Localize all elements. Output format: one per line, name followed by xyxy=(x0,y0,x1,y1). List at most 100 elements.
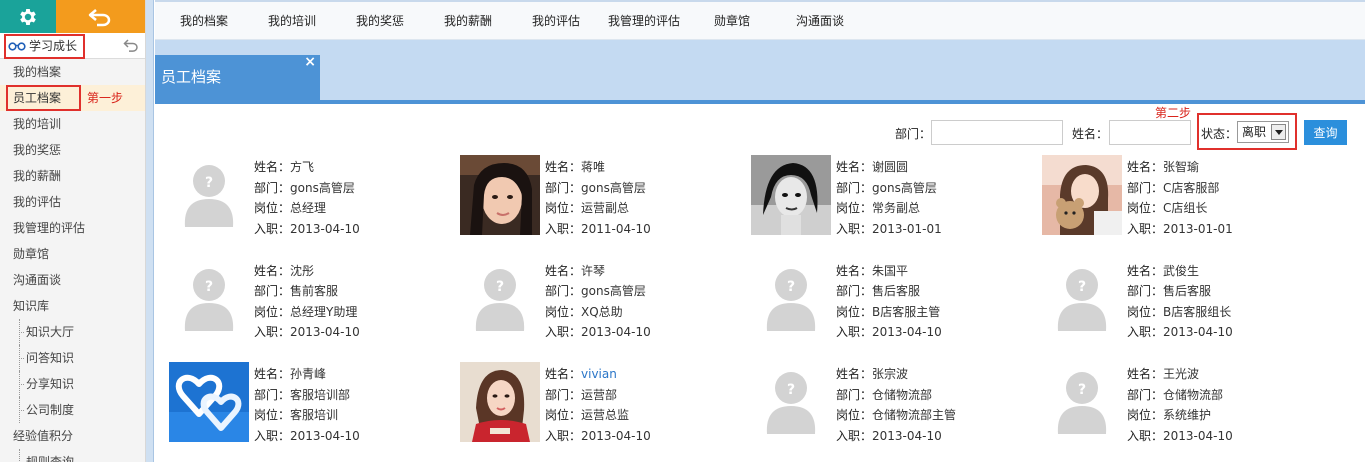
sidebar-item[interactable]: 我的薪酬 xyxy=(0,163,145,189)
default-avatar-icon[interactable]: ? xyxy=(751,362,831,442)
sidebar-item[interactable]: 公司制度 xyxy=(0,397,145,423)
employee-card[interactable]: ? 姓名：张宗波 部门：仓储物流部 岗位：仓储物流部主管 入职：2013-04-10 xyxy=(751,362,1042,443)
sidebar-item[interactable]: 分享知识 xyxy=(0,371,145,397)
employee-join-value: 2013-04-10 xyxy=(581,428,651,443)
default-avatar-icon[interactable]: ? xyxy=(1042,362,1122,442)
sidebar-item[interactable]: 我的奖惩 xyxy=(0,137,145,163)
employee-post-label: 岗位： xyxy=(545,304,582,319)
sidebar-item[interactable]: 我管理的评估 xyxy=(0,215,145,241)
svg-text:?: ? xyxy=(496,279,504,295)
employee-card[interactable]: ? 姓名：王光波 部门：仓储物流部 岗位：系统维护 入职：2013-04-10 xyxy=(1042,362,1333,443)
sidebar-item[interactable]: 知识大厅 xyxy=(0,319,145,345)
name-input[interactable] xyxy=(1109,120,1191,145)
sidebar-item[interactable]: 我的评估 xyxy=(0,189,145,215)
employee-join-value: 2013-04-10 xyxy=(1163,325,1233,339)
query-button[interactable]: 查询 xyxy=(1304,120,1347,145)
sidebar-item-label: 问答知识 xyxy=(26,351,75,365)
employee-name-line: 姓名：孙青峰 xyxy=(254,364,360,385)
default-avatar-icon[interactable]: ? xyxy=(1042,258,1122,339)
chevron-down-icon[interactable] xyxy=(1271,124,1286,140)
employee-dept-label: 部门： xyxy=(1127,387,1164,402)
svg-text:?: ? xyxy=(1078,382,1086,398)
topnav-link[interactable]: 我的评估 xyxy=(512,12,600,29)
employee-name-value[interactable]: 朱国平 xyxy=(872,264,908,278)
employee-post-label: 岗位： xyxy=(836,201,873,215)
employee-post-label: 岗位： xyxy=(1127,304,1164,319)
step1-note: 第一步 xyxy=(87,91,124,105)
default-avatar-icon[interactable]: ? xyxy=(751,258,831,339)
topnav-link[interactable]: 我的奖惩 xyxy=(336,12,424,29)
sidebar-item[interactable]: 规则查询 xyxy=(0,449,145,462)
employee-card[interactable]: 姓名：谢圆圆 部门：gons高管层 岗位：常务副总 入职：2013-01-01 xyxy=(751,155,1042,236)
employee-name-value[interactable]: 方飞 xyxy=(290,160,314,174)
sidebar-item[interactable]: 勋章馆 xyxy=(0,241,145,267)
employee-name-value[interactable]: 张智瑜 xyxy=(1163,160,1199,174)
employee-dept-line: 部门：C店客服部 xyxy=(1127,178,1233,199)
employee-name-value[interactable]: 王光波 xyxy=(1163,367,1199,381)
employee-photo[interactable] xyxy=(460,155,540,235)
employee-photo[interactable] xyxy=(169,362,249,442)
employee-photo[interactable] xyxy=(1042,155,1122,235)
employee-name-value[interactable]: 沈彤 xyxy=(290,264,314,278)
employee-join-value: 2011-04-10 xyxy=(581,221,651,236)
sidebar-item[interactable]: 知识库 xyxy=(0,293,145,319)
sidebar-item[interactable]: 问答知识 xyxy=(0,345,145,371)
default-avatar-icon[interactable]: ? xyxy=(460,258,540,339)
employee-join-value: 2013-04-10 xyxy=(1163,428,1233,443)
employee-join-value: 2013-04-10 xyxy=(581,325,651,339)
svg-text:?: ? xyxy=(205,279,213,295)
sidebar-item[interactable]: 员工档案 第一步 xyxy=(0,85,145,111)
employee-card[interactable]: 姓名：张智瑜 部门：C店客服部 岗位：C店组长 入职：2013-01-01 xyxy=(1042,155,1333,236)
employee-card[interactable]: 姓名：孙青峰 部门：客服培训部 岗位：客服培训 入职：2013-04-10 xyxy=(169,362,460,443)
gear-icon xyxy=(20,8,36,25)
employee-name-value[interactable]: 谢圆圆 xyxy=(872,160,908,174)
employee-dept-label: 部门： xyxy=(836,387,873,402)
back-button[interactable] xyxy=(55,0,145,33)
topnav-link[interactable]: 勋章馆 xyxy=(688,12,776,29)
employee-card[interactable]: ? 姓名：武俊生 部门：售后客服 岗位：B店客服组长 入职：2013-04-10 xyxy=(1042,258,1333,339)
employee-dept-line: 部门：运营部 xyxy=(545,385,651,406)
employee-card[interactable]: ? 姓名：朱国平 部门：售后客服 岗位：B店客服主管 入职：2013-04-10 xyxy=(751,258,1042,339)
employee-name-value[interactable]: vivian xyxy=(581,367,617,381)
status-select[interactable]: 离职 xyxy=(1237,121,1289,143)
topnav-link[interactable]: 我的薪酬 xyxy=(424,12,512,29)
employee-card[interactable]: ? 姓名：许琴 部门：gons高管层 岗位：XQ总助 入职：2013-04-10 xyxy=(460,258,751,339)
employee-dept-line: 部门：售前客服 xyxy=(254,281,360,302)
sidebar-splitter[interactable] xyxy=(146,0,154,462)
employee-name-value[interactable]: 武俊生 xyxy=(1163,264,1199,278)
employee-card[interactable]: ? 姓名：方飞 部门：gons高管层 岗位：总经理 入职：2013-04-10 xyxy=(169,155,460,236)
topnav-link[interactable]: 我的培训 xyxy=(248,12,336,29)
default-avatar-icon[interactable]: ? xyxy=(169,258,249,339)
collapse-return-icon[interactable] xyxy=(123,39,139,55)
employee-post-line: 岗位：客服培训 xyxy=(254,405,360,426)
employee-dept-line: 部门：售后客服 xyxy=(836,281,942,302)
sidebar-toolbar xyxy=(0,0,145,33)
department-input[interactable] xyxy=(931,120,1063,145)
sidebar-item[interactable]: 沟通面谈 xyxy=(0,267,145,293)
default-avatar-icon[interactable]: ? xyxy=(169,155,249,235)
employee-name-value[interactable]: 蒋唯 xyxy=(581,160,605,174)
sidebar-section-header[interactable]: 学习成长 xyxy=(0,33,145,59)
employee-card[interactable]: 姓名：蒋唯 部门：gons高管层 岗位：运营副总 入职：2011-04-10 xyxy=(460,155,751,236)
topnav-link[interactable]: 我的档案 xyxy=(160,12,248,29)
sidebar-item[interactable]: 我的培训 xyxy=(0,111,145,137)
close-icon[interactable]: × xyxy=(304,54,316,70)
employee-card[interactable]: 姓名：vivian 部门：运营部 岗位：运营总监 入职：2013-04-10 xyxy=(460,362,751,443)
settings-button[interactable] xyxy=(0,0,56,33)
employee-join-label: 入职： xyxy=(545,221,582,236)
employee-photo[interactable] xyxy=(751,155,831,235)
employee-name-value[interactable]: 许琴 xyxy=(581,264,605,278)
employee-dept-line: 部门：售后客服 xyxy=(1127,281,1233,302)
topnav-link[interactable]: 沟通面谈 xyxy=(776,12,864,29)
employee-name-label: 姓名： xyxy=(1127,367,1164,381)
employee-post-label: 岗位： xyxy=(836,304,873,319)
topnav-link[interactable]: 我管理的评估 xyxy=(600,12,688,29)
sidebar-item[interactable]: 我的档案 xyxy=(0,59,145,85)
employee-name-value[interactable]: 张宗波 xyxy=(872,367,908,381)
employee-name-value[interactable]: 孙青峰 xyxy=(290,367,326,381)
employee-join-label: 入职： xyxy=(1127,428,1164,443)
employee-photo[interactable] xyxy=(460,362,540,442)
employee-card[interactable]: ? 姓名：沈彤 部门：售前客服 岗位：总经理Y助理 入职：2013-04-10 xyxy=(169,258,460,339)
sidebar-item[interactable]: 经验值积分 xyxy=(0,423,145,449)
tab-employee-archive[interactable]: 员工档案 × xyxy=(155,54,320,100)
